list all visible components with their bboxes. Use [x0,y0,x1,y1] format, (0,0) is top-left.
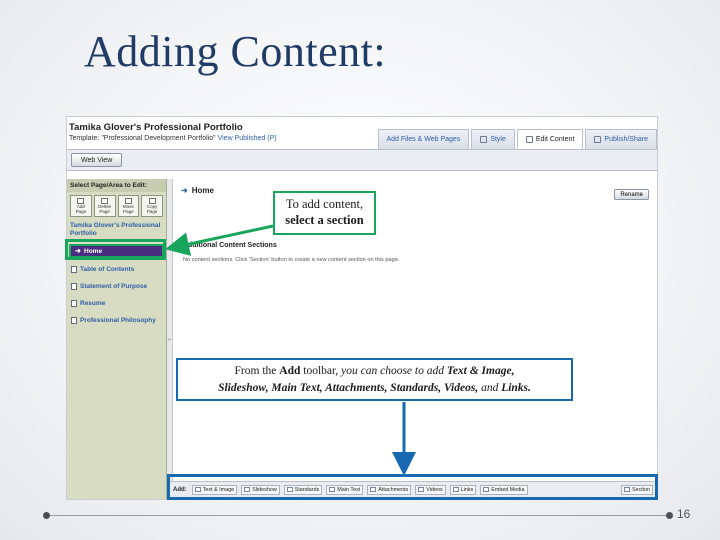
sidebar-item-label: Table of Contents [80,265,135,273]
view-toolbar: Web View [67,149,657,171]
tab-label: Publish/Share [604,136,648,143]
tab-label: Edit Content [535,136,575,143]
callout-line: select a section [285,213,364,227]
btn-line: Page [146,208,158,214]
sections-heading: Additional Content Sections [183,242,277,249]
style-icon [480,136,488,143]
sidebar-heading: Select Page/Area to Edit: [67,179,166,192]
template-label: Template: [69,135,100,142]
move-page-icon [124,197,132,204]
sidebar-collapse-handle[interactable]: ⇔ [167,179,173,499]
page-icon [71,299,77,307]
home-highlight-box [65,239,166,260]
portfolio-title: Tamika Glover's Professional Portfolio [69,122,243,133]
page-number: 16 [677,507,691,521]
move-page-button[interactable]: Move Page [117,195,140,217]
rename-button[interactable]: Rename [614,189,649,200]
page-title: Home [191,186,214,195]
content-area: ➜ Home Rename Additional Content Section… [177,179,657,499]
delete-page-button[interactable]: Delete Page [93,195,116,217]
tab-edit-content[interactable]: Edit Content [516,129,584,149]
main-tabs: Add Files & Web Pages Style Edit Content… [376,129,657,149]
footer-dot-left [43,512,50,519]
sidebar-item-label: Professional Philosophy [80,316,156,324]
tab-label: Style [490,136,506,143]
tab-publish-share[interactable]: Publish/Share [585,129,657,149]
footer-dot-right [666,512,673,519]
page-icon [71,265,77,273]
tab-style[interactable]: Style [471,129,515,149]
template-line: Template: "Professional Development Port… [69,135,277,142]
callout-text: Text & Image, [446,364,515,377]
arrow-right-icon: ➜ [181,186,188,195]
copy-page-icon [148,197,156,204]
app-screenshot: Tamika Glover's Professional Portfolio T… [66,116,658,500]
callout-text: Slideshow, Main Text, Attachments, Stand… [218,381,479,394]
sidebar-item-professional-philosophy[interactable]: Professional Philosophy [67,313,166,327]
select-section-callout: To add content, select a section [273,191,376,235]
tab-label: Add Files & Web Pages [386,136,461,143]
btn-line: Page [99,208,110,214]
footer-divider [46,515,666,516]
copy-page-button[interactable]: Copy Page [141,195,163,217]
page-icon [71,316,77,324]
sidebar-item-resume[interactable]: Resume [67,296,166,310]
add-toolbar-callout: From the Add toolbar, you can choose to … [176,358,573,401]
callout-line-1: From the Add toolbar, you can choose to … [178,363,571,380]
page-icon [71,282,77,290]
slide-title: Adding Content: [84,27,387,76]
edit-icon [525,136,533,143]
publish-icon [594,136,602,143]
add-page-icon [77,197,85,204]
sidebar-item-statement-of-purpose[interactable]: Statement of Purpose [67,279,166,293]
template-value: "Professional Development Portfolio" [101,135,216,142]
callout-line-2: Slideshow, Main Text, Attachments, Stand… [178,380,571,397]
btn-line: Page [75,208,87,214]
page-buttons: Add Page Delete Page Move Page Copy Page [67,192,166,220]
page-heading: ➜ Home [181,186,214,195]
app-header: Tamika Glover's Professional Portfolio T… [67,117,657,149]
delete-page-icon [101,197,109,204]
callout-text: From the [234,364,277,377]
web-view-button[interactable]: Web View [71,153,123,167]
sections-note: No content sections. Click 'Section' but… [183,257,400,263]
tab-add-files[interactable]: Add Files & Web Pages [377,129,470,149]
page-sidebar: Select Page/Area to Edit: Add Page Delete… [67,179,167,499]
callout-text: Add [279,364,301,377]
add-toolbar-highlight-box [167,474,658,500]
callout-line: To add content, [285,197,364,212]
callout-text: toolbar, [303,364,339,377]
callout-text: you can choose to add [341,364,444,377]
view-published-link[interactable]: View Published (P) [218,135,277,142]
sidebar-item-label: Statement of Purpose [80,282,148,290]
btn-line: Page [123,208,134,214]
sidebar-item-label: Resume [80,299,106,307]
callout-text: and [481,381,499,394]
add-page-button[interactable]: Add Page [70,195,92,217]
sidebar-portfolio-name[interactable]: Tamika Glover's Professional Portfolio [67,220,166,240]
callout-text: Links. [501,381,531,394]
sidebar-item-table-of-contents[interactable]: Table of Contents [67,262,166,276]
